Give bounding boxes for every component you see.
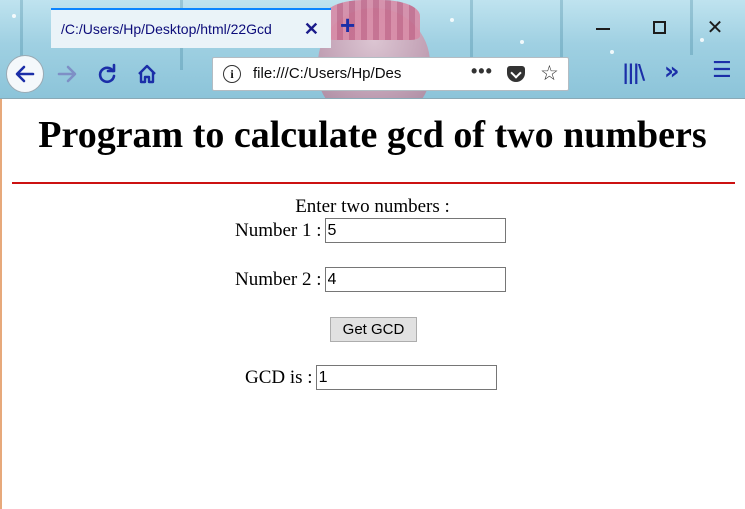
menu-icon[interactable]: ☰: [712, 58, 732, 83]
library-icon[interactable]: |||\: [622, 60, 645, 84]
address-bar[interactable]: i file:///C:/Users/Hp/Des ••• ☆: [212, 57, 569, 91]
page-content: Program to calculate gcd of two numbers …: [0, 99, 745, 509]
window-maximize-button[interactable]: [636, 12, 682, 42]
reload-icon: [98, 63, 116, 84]
star-icon[interactable]: ☆: [540, 61, 559, 86]
background-tree: [20, 0, 23, 60]
browser-tab[interactable]: /C:/Users/Hp/Desktop/html/22Gcd ✕: [51, 8, 331, 48]
snowflake: [610, 50, 614, 54]
reload-button[interactable]: [90, 57, 124, 91]
snowflake: [520, 40, 524, 44]
more-icon[interactable]: •••: [471, 61, 493, 82]
back-button[interactable]: [6, 55, 44, 93]
result-row: GCD is :: [245, 365, 497, 390]
result-output[interactable]: [315, 365, 497, 390]
url-text[interactable]: file:///C:/Users/Hp/Des: [253, 65, 443, 82]
minimize-icon: [596, 27, 610, 30]
forward-arrow-icon: [57, 65, 77, 83]
window-minimize-button[interactable]: [580, 12, 626, 42]
number1-input[interactable]: [324, 218, 506, 243]
background-tree: [560, 0, 563, 60]
window-close-button[interactable]: ✕: [692, 12, 738, 42]
number1-row: Number 1 :: [235, 218, 506, 243]
info-icon[interactable]: i: [223, 65, 241, 83]
number2-row: Number 2 :: [235, 267, 506, 292]
back-arrow-icon: [15, 65, 35, 83]
tab-title: /C:/Users/Hp/Desktop/html/22Gcd: [61, 21, 272, 37]
page-title: Program to calculate gcd of two numbers: [38, 114, 707, 156]
maximize-icon: [652, 21, 666, 34]
get-gcd-button[interactable]: Get GCD: [330, 317, 417, 342]
tab-close-icon[interactable]: ✕: [304, 19, 319, 40]
prompt-text: Enter two numbers :: [295, 196, 450, 217]
number1-label: Number 1 :: [235, 219, 322, 241]
snowflake: [12, 14, 16, 18]
pocket-icon[interactable]: [507, 66, 525, 82]
forward-button[interactable]: [50, 57, 84, 91]
result-label: GCD is :: [245, 366, 313, 388]
number2-input[interactable]: [324, 267, 506, 292]
overflow-icon[interactable]: »: [664, 57, 680, 85]
background-tree: [470, 0, 473, 60]
horizontal-rule: [12, 182, 735, 184]
snowflake: [450, 18, 454, 22]
number2-label: Number 2 :: [235, 268, 322, 290]
home-button[interactable]: [130, 57, 164, 91]
new-tab-button[interactable]: +: [340, 12, 355, 38]
browser-chrome: /C:/Users/Hp/Desktop/html/22Gcd ✕ + ✕ i …: [0, 0, 745, 99]
home-icon: [138, 64, 156, 84]
